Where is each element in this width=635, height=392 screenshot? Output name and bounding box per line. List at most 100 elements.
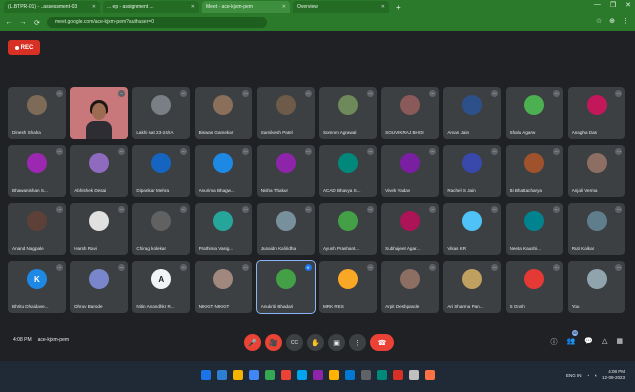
reload-icon[interactable]: ⟳	[33, 19, 41, 27]
participant-tile[interactable]: ⋯ Bhawanishan S...	[8, 145, 66, 197]
captions-button[interactable]: CC	[286, 334, 303, 351]
participant-avatar	[213, 95, 234, 115]
language-indicator[interactable]: ENG IN	[566, 373, 582, 378]
people-icon[interactable]: 👥	[567, 337, 576, 347]
taskbar-app-icon[interactable]	[393, 370, 403, 380]
participant-tile[interactable]: ⋯ Nisha Thakur	[256, 145, 315, 197]
participant-tile[interactable]: A ⋯ Nitin Anandhkr R...	[132, 261, 191, 313]
leave-call-button[interactable]: ☎	[370, 334, 394, 351]
close-tab-icon[interactable]: ✕	[381, 1, 385, 13]
participant-tile[interactable]: ⋯	[70, 87, 128, 139]
back-icon[interactable]: ←	[5, 19, 13, 26]
meeting-info: 4:08 PM ace-kjxm-pem	[13, 337, 69, 343]
participant-tile[interactable]: ≋ Anukriti Bhadari	[255, 260, 316, 314]
participant-tile[interactable]: ⋯ Ruti Kalkar	[567, 203, 626, 255]
participant-tile[interactable]: ⋯ MRK RES	[318, 261, 377, 313]
browser-tab[interactable]: (L.BTPR-01) - ..assessment-03 ✕	[4, 1, 100, 13]
participant-tile[interactable]: ⋯ NIKKIT NIKKIT	[194, 261, 253, 313]
participant-tile[interactable]: ⋯ Anjali Verma	[567, 145, 626, 197]
participant-tile[interactable]: ⋯ Somnm Agrawal	[318, 87, 377, 139]
host-controls-icon[interactable]: ▦	[616, 337, 623, 347]
close-tab-icon[interactable]: ✕	[92, 1, 96, 13]
taskbar-app-icon[interactable]	[297, 370, 307, 380]
taskbar-app-icon[interactable]	[345, 370, 355, 380]
participant-tile[interactable]: ⋯ Anagha Das	[567, 87, 626, 139]
browser-tab[interactable]: Meet - ace-kjxm-pem ✕	[202, 1, 290, 13]
meeting-time: 4:08 PM	[13, 337, 32, 343]
mic-muted-icon: ⋯	[55, 206, 63, 213]
participant-tile[interactable]: ⋯ Dinesh Shaha	[8, 87, 66, 139]
participant-tile[interactable]: ⋯ Harsh Ravi	[70, 203, 128, 255]
participant-tile[interactable]: ⋯ Abhishek Desai	[70, 145, 128, 197]
taskbar-app-icon[interactable]	[377, 370, 387, 380]
taskbar-app-icon[interactable]	[425, 370, 435, 380]
microphone-toggle-button[interactable]: 🎤	[244, 334, 261, 351]
taskbar-app-icon[interactable]	[313, 370, 323, 380]
maximize-button[interactable]: ❐	[610, 1, 616, 9]
participant-tile[interactable]: ⋯ S Gnsh	[505, 261, 564, 313]
participant-tile[interactable]: ⋯ Subhajeet Agar...	[381, 203, 439, 255]
participant-tile[interactable]: ⋯ Dhruv Barode	[70, 261, 128, 313]
meeting-details-icon[interactable]: ⓘ	[551, 337, 558, 347]
close-window-button[interactable]: ✕	[625, 1, 631, 9]
present-screen-button[interactable]: ▣	[328, 334, 345, 351]
browser-tab[interactable]: Overview ✕	[293, 1, 389, 13]
present-icon: ▣	[333, 339, 340, 347]
participant-tile[interactable]: ⋯ Anand Nagpale	[8, 203, 66, 255]
wifi-icon[interactable]: ◔	[587, 373, 590, 378]
forward-icon[interactable]: →	[19, 19, 27, 26]
close-tab-icon[interactable]: ✕	[191, 1, 195, 13]
participant-tile[interactable]: ⋯ Vikas KR	[443, 203, 502, 255]
mic-muted-icon: ⋯	[242, 264, 250, 271]
taskbar-app-icon[interactable]	[409, 370, 419, 380]
camera-toggle-button[interactable]: 🎥	[265, 334, 282, 351]
participant-tile[interactable]: ⋯ Aman Jain	[443, 87, 502, 139]
participant-tile[interactable]: ⋯ Arpit Deshpande	[381, 261, 439, 313]
participant-tile[interactable]: ⋯ Ari Sharma Pan...	[443, 261, 502, 313]
more-options-button[interactable]: ⋮	[349, 334, 366, 351]
participant-tile[interactable]: ⋯ Shalu Agarw	[505, 87, 564, 139]
participant-avatar	[400, 95, 421, 115]
taskbar-app-icon[interactable]	[217, 370, 227, 380]
participant-tile[interactable]: ⋯ Chirag kolekar	[132, 203, 191, 255]
participant-tile[interactable]: ⋯ Ayush Prashant...	[318, 203, 377, 255]
close-tab-icon[interactable]: ✕	[282, 1, 286, 13]
participant-tile[interactable]: ⋯ Prathima Vasig...	[194, 203, 253, 255]
volume-icon[interactable]: ◖	[594, 373, 597, 378]
participant-tile[interactable]: ⋯ Vivek Yadav	[381, 145, 439, 197]
participant-tile[interactable]: ⋯ Dipankar Mehra	[132, 145, 191, 197]
participant-tile[interactable]: ⋯ Neeta Kaushi...	[505, 203, 564, 255]
participant-tile[interactable]: ⋯ Lakhi sat 23-24/IA	[132, 87, 191, 139]
browser-menu-icon[interactable]: ⋮	[622, 17, 629, 25]
participant-avatar	[337, 153, 358, 173]
participant-tile[interactable]: ⋯ Biswas Gamekar	[194, 87, 253, 139]
tray-clock[interactable]: 4:08 PM 12-09-2023	[602, 369, 625, 381]
taskbar-app-icon[interactable]	[361, 370, 371, 380]
raise-hand-button[interactable]: ✋	[307, 334, 324, 351]
participant-tile[interactable]: ⋯ Anurima Bhagw...	[194, 145, 253, 197]
chat-icon[interactable]: 💬	[584, 337, 593, 347]
activities-icon[interactable]: △	[602, 337, 607, 347]
bookmark-star-icon[interactable]: ☆	[596, 17, 602, 25]
participant-tile[interactable]: ⋯ Samikesh Patel	[256, 87, 315, 139]
taskbar-app-icon[interactable]	[265, 370, 275, 380]
address-bar[interactable]: meet.google.com/ace-kjxm-pem?authuser=0	[47, 17, 267, 28]
participant-tile[interactable]: ⋯ SOUVIKRAJ BHOI	[381, 87, 439, 139]
participant-tile[interactable]: ⋯ ACAD Bhavya S...	[318, 145, 377, 197]
participant-tile[interactable]: ⋯ Bi Bhattacharya	[505, 145, 564, 197]
taskbar-app-icon[interactable]	[329, 370, 339, 380]
minimize-button[interactable]: —	[594, 1, 601, 9]
participant-tile[interactable]: ⋯ Rachel S Jain	[443, 145, 502, 197]
mic-muted-icon: ⋯	[553, 90, 561, 97]
participant-avatar	[400, 211, 421, 231]
taskbar-app-icon[interactable]	[201, 370, 211, 380]
participant-tile[interactable]: K ⋯ Bhritu Dhaidave...	[8, 261, 66, 313]
new-tab-button[interactable]: +	[396, 3, 401, 12]
participant-tile[interactable]: ⋯ Junaidn Kaliridha	[256, 203, 315, 255]
extensions-icon[interactable]: ⊕	[609, 17, 615, 25]
taskbar-app-icon[interactable]	[233, 370, 243, 380]
browser-tab[interactable]: ... ep - assignment ... ✕	[103, 1, 199, 13]
taskbar-app-icon[interactable]	[281, 370, 291, 380]
participant-tile[interactable]: ⋯ You	[567, 261, 626, 313]
taskbar-app-icon[interactable]	[249, 370, 259, 380]
